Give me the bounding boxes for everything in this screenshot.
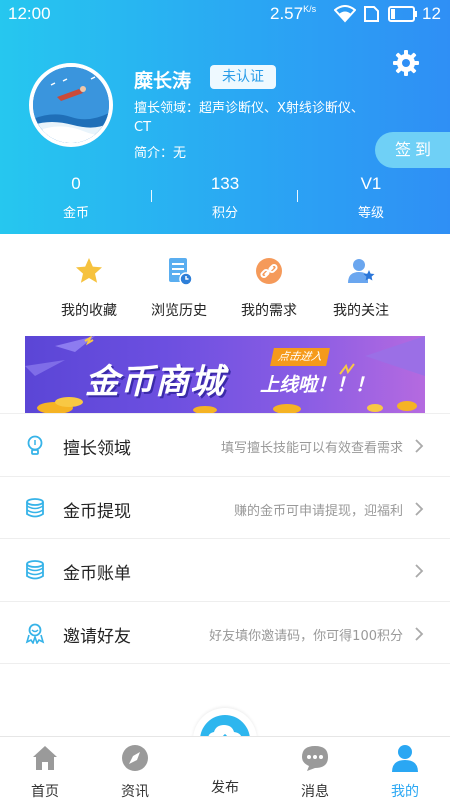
coin-stack-icon [26, 497, 44, 517]
compass-icon [122, 745, 148, 771]
home-icon [33, 746, 57, 770]
nav-home[interactable]: 首页 [0, 737, 90, 800]
specialty-text: 擅长领域：超声诊断仪、X射线诊断仪、CT [134, 101, 364, 135]
stat-coins-label: 金币 [62, 206, 89, 221]
stat-points-label: 积分 [211, 206, 238, 221]
shortcut-label: 浏览历史 [151, 303, 207, 319]
menu-item-label: 金币提现 [63, 501, 131, 522]
nav-publish[interactable]: 发布 [180, 737, 270, 800]
stat-level-value: V1 [360, 174, 382, 193]
stat-coins-value: 0 [71, 174, 81, 193]
user-icon [392, 745, 418, 772]
avatar[interactable] [29, 63, 113, 147]
battery-level: 12 [422, 4, 441, 23]
network-speed: 2.57K/s [270, 4, 316, 24]
stat-points-value: 133 [210, 174, 240, 193]
stat-level[interactable]: V1 等级 [311, 174, 431, 221]
shortcut-demands[interactable]: 我的需求 [224, 256, 314, 320]
chevron-right-icon [415, 626, 424, 641]
network-speed-unit: K/s [303, 4, 317, 14]
history-icon [169, 258, 193, 286]
battery-icon [388, 6, 417, 22]
user-name: 糜长涛 [134, 70, 192, 92]
shortcut-label: 我的关注 [333, 303, 389, 319]
invite-icon [25, 623, 45, 644]
menu-item-label: 金币账单 [63, 564, 131, 584]
nav-messages[interactable]: 消息 [270, 737, 360, 800]
shortcut-favorites[interactable]: 我的收藏 [44, 256, 134, 320]
coin-mall-banner[interactable]: 金币商城 点击进入 上线啦！！！ [25, 336, 425, 413]
menu-item-hint: 填写擅长技能可以有效查看需求 [220, 441, 403, 456]
message-icon [302, 746, 328, 771]
stat-divider [297, 190, 298, 202]
nav-label: 发布 [211, 780, 239, 796]
nav-label: 首页 [31, 784, 59, 800]
profile-header: 12:00 2.57K/s 12 糜长涛 未认证 擅长领域：超声诊断仪、X射线诊… [0, 0, 450, 234]
menu-item-hint: 好友填你邀请码，你可得100积分 [209, 628, 403, 644]
menu-item-label: 擅长领域 [63, 439, 131, 459]
stat-coins[interactable]: 0 金币 [16, 174, 136, 221]
shortcut-grid: 我的收藏 浏览历史 我的需求 我的关注 [0, 234, 450, 334]
nav-label: 消息 [301, 784, 329, 800]
banner-subtitle: 上线啦！！！ [260, 374, 375, 396]
bottom-nav: 首页 资讯 发布 消息 我的 [0, 736, 450, 800]
avatar-illustration [33, 67, 109, 143]
chevron-right-icon [415, 564, 424, 578]
checkin-button[interactable]: 签到 [375, 132, 450, 168]
menu-item-withdraw[interactable]: 金币提现 赚的金币可申请提现，迎福利 [0, 477, 450, 539]
shortcut-label: 我的收藏 [61, 303, 117, 319]
nav-mine[interactable]: 我的 [360, 737, 450, 800]
nav-label: 资讯 [121, 784, 149, 800]
status-bar: 12:00 2.57K/s 12 [0, 0, 450, 28]
chevron-right-icon [415, 439, 424, 453]
shortcut-following[interactable]: 我的关注 [316, 256, 406, 320]
follow-icon [348, 259, 375, 283]
chevron-right-icon [415, 501, 424, 516]
stat-divider [151, 190, 152, 202]
menu-list: 擅长领域 填写擅长技能可以有效查看需求 金币提现 赚的金币可申请提现，迎福利 金… [0, 414, 450, 664]
menu-item-label: 邀请好友 [63, 626, 131, 647]
menu-item-invite[interactable]: 邀请好友 好友填你邀请码，你可得100积分 [0, 602, 450, 664]
certification-badge[interactable]: 未认证 [210, 65, 276, 89]
banner-title: 金币商城 [85, 362, 225, 402]
shortcut-label: 我的需求 [241, 303, 297, 319]
menu-item-hint: 赚的金币可申请提现，迎福利 [233, 503, 403, 519]
menu-item-specialty[interactable]: 擅长领域 填写擅长技能可以有效查看需求 [0, 414, 450, 477]
nav-label: 我的 [391, 784, 419, 800]
nav-publish-spacer [210, 743, 240, 773]
wifi-icon [334, 5, 356, 23]
intro-text: 简介：无 [134, 146, 187, 161]
status-time: 12:00 [8, 4, 51, 23]
stat-level-label: 等级 [357, 206, 384, 221]
stats-row: 0 金币 133 积分 V1 等级 [0, 174, 450, 224]
network-speed-value: 2.57 [270, 4, 304, 23]
link-icon [256, 258, 282, 284]
gear-icon[interactable] [392, 49, 420, 77]
nav-news[interactable]: 资讯 [90, 737, 180, 800]
shortcut-history[interactable]: 浏览历史 [134, 256, 224, 320]
coin-stack-icon [26, 560, 44, 580]
menu-item-coin-bill[interactable]: 金币账单 [0, 539, 450, 602]
star-icon [76, 258, 102, 283]
sim-icon [364, 6, 379, 22]
lightbulb-icon [27, 435, 43, 455]
stat-points[interactable]: 133 积分 [165, 174, 285, 221]
banner-badge: 点击进入 [270, 348, 330, 366]
